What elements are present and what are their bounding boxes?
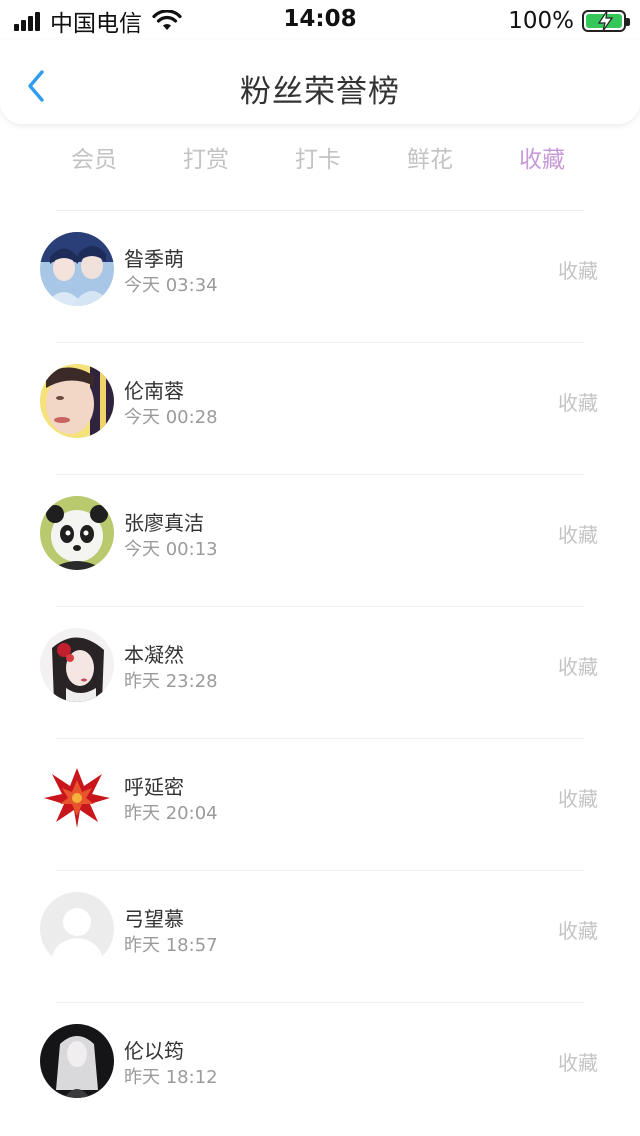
fan-list: 昝季萌 今天 03:34 收藏 伦南蓉 今天 00:28 收藏 张廖真洁 今天 … xyxy=(0,211,640,1135)
list-item[interactable]: 呼延密 昨天 20:04 收藏 xyxy=(0,739,640,871)
category-tabs: 会员 打赏 打卡 鲜花 收藏 xyxy=(38,140,598,180)
avatar xyxy=(40,760,114,834)
battery-charging-icon xyxy=(582,10,630,32)
timestamp: 今天 00:28 xyxy=(124,407,218,428)
list-item[interactable]: 伦以筠 昨天 18:12 收藏 xyxy=(0,1003,640,1135)
list-item[interactable]: 本凝然 昨天 23:28 收藏 xyxy=(0,607,640,739)
tab-member[interactable]: 会员 xyxy=(38,140,150,180)
avatar xyxy=(40,628,114,702)
list-item[interactable]: 伦南蓉 今天 00:28 收藏 xyxy=(0,343,640,475)
page: 中国电信 14:08 100% 粉丝荣誉榜 会员 打赏 打卡 鲜花 收藏 昝季萌… xyxy=(0,0,640,1136)
timestamp: 昨天 20:04 xyxy=(124,803,218,824)
timestamp: 昨天 18:57 xyxy=(124,935,218,956)
tab-favorites[interactable]: 收藏 xyxy=(486,140,598,180)
timestamp: 昨天 23:28 xyxy=(124,671,218,692)
user-name: 呼延密 xyxy=(124,775,184,799)
avatar xyxy=(40,496,114,570)
list-item[interactable]: 张廖真洁 今天 00:13 收藏 xyxy=(0,475,640,607)
list-item[interactable]: 弓望慕 昨天 18:57 收藏 xyxy=(0,871,640,1003)
tab-checkin[interactable]: 打卡 xyxy=(262,140,374,180)
page-title: 粉丝荣誉榜 xyxy=(240,74,400,110)
status-bar: 中国电信 14:08 100% xyxy=(0,0,640,40)
favorite-tag: 收藏 xyxy=(558,259,598,283)
list-item[interactable]: 昝季萌 今天 03:34 收藏 xyxy=(0,211,640,343)
battery-percentage: 100% xyxy=(508,8,574,34)
favorite-tag: 收藏 xyxy=(558,787,598,811)
favorite-tag: 收藏 xyxy=(558,391,598,415)
favorite-tag: 收藏 xyxy=(558,919,598,943)
status-right: 100% xyxy=(508,6,630,36)
user-name: 伦以筠 xyxy=(124,1039,184,1063)
user-name: 昝季萌 xyxy=(124,247,184,271)
timestamp: 今天 00:13 xyxy=(124,539,218,560)
avatar xyxy=(40,364,114,438)
favorite-tag: 收藏 xyxy=(558,655,598,679)
timestamp: 昨天 18:12 xyxy=(124,1067,218,1088)
timestamp: 今天 03:34 xyxy=(124,275,218,296)
user-name: 伦南蓉 xyxy=(124,379,184,403)
avatar xyxy=(40,892,114,966)
favorite-tag: 收藏 xyxy=(558,523,598,547)
avatar xyxy=(40,1024,114,1098)
user-name: 张廖真洁 xyxy=(124,511,204,535)
nav-bar: 粉丝荣誉榜 xyxy=(0,40,640,124)
user-name: 弓望慕 xyxy=(124,907,184,931)
avatar xyxy=(40,232,114,306)
tab-reward[interactable]: 打赏 xyxy=(150,140,262,180)
user-name: 本凝然 xyxy=(124,643,184,667)
favorite-tag: 收藏 xyxy=(558,1051,598,1075)
tab-flowers[interactable]: 鲜花 xyxy=(374,140,486,180)
